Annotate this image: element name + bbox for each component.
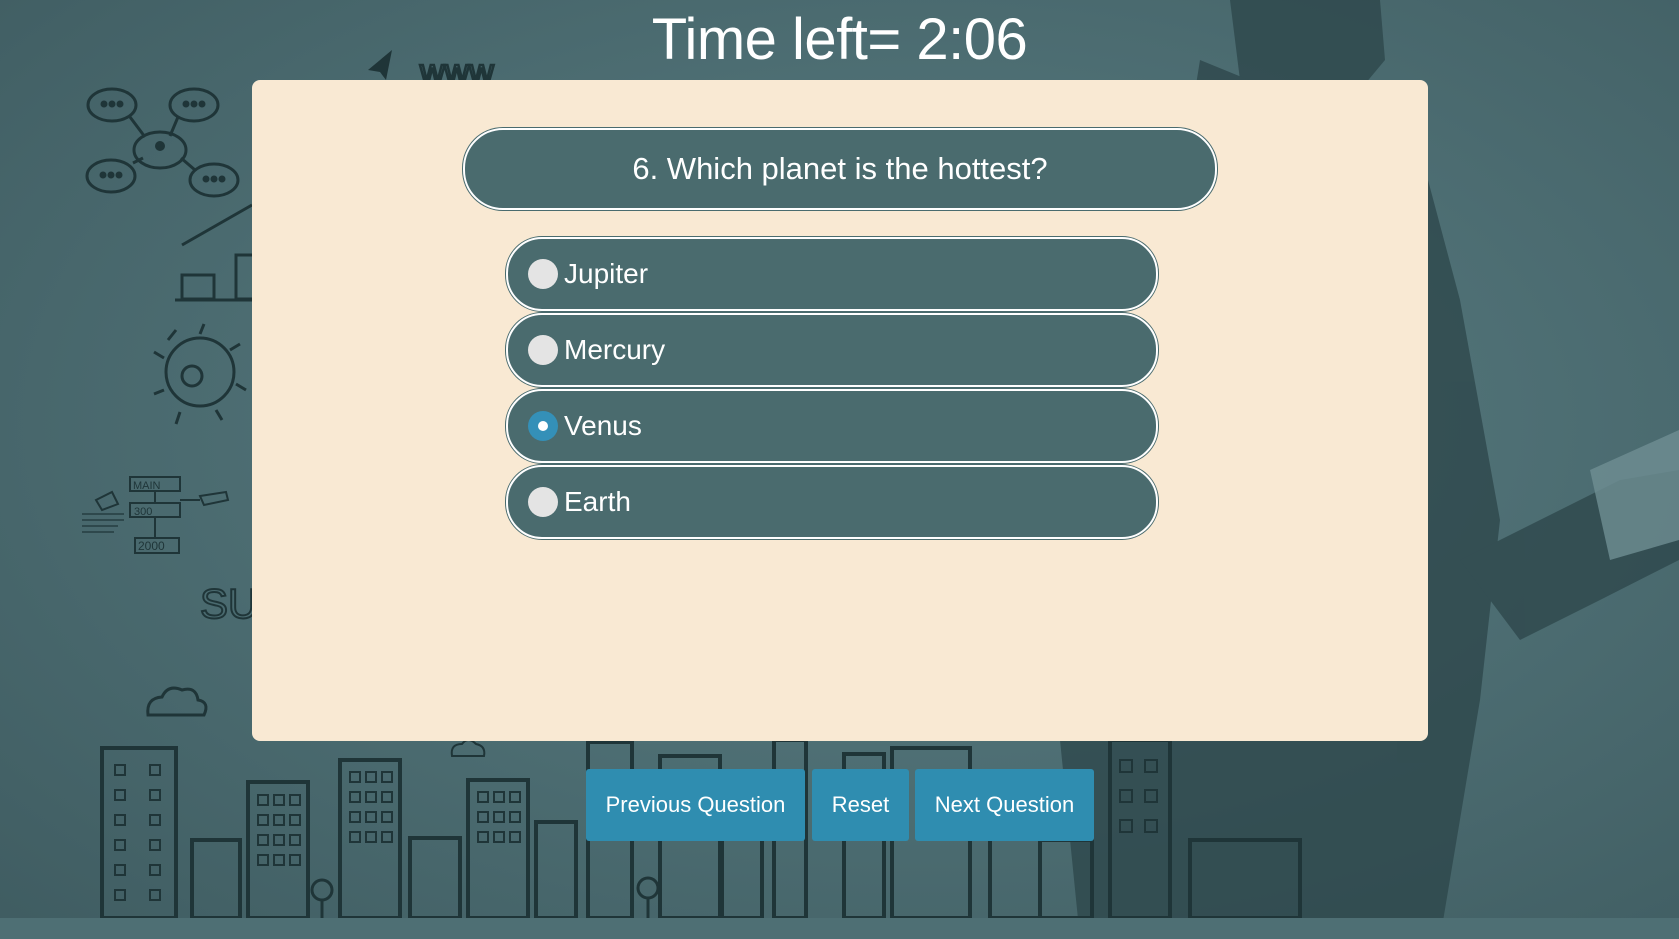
quiz-card: 6. Which planet is the hottest? Jupiter … [252, 80, 1428, 741]
previous-question-button[interactable]: Previous Question [586, 769, 805, 841]
time-left-display: Time left= 2:06 [651, 7, 1028, 72]
radio-button-icon[interactable] [528, 487, 558, 517]
option-earth[interactable]: Earth [506, 465, 1158, 539]
small-cloud-sketch [450, 739, 486, 757]
radio-button-icon[interactable] [528, 335, 558, 365]
option-label: Earth [564, 486, 631, 517]
reset-button[interactable]: Reset [812, 769, 909, 841]
main-label-sketch: MAIN [133, 480, 161, 492]
option-label: Mercury [564, 334, 666, 365]
option-label: Venus [564, 410, 642, 441]
gear-sketch [153, 323, 247, 425]
cloud-sketch [146, 686, 208, 717]
quiz-page: www MAIN 300 2000 SUC Time left= 2:06 6.… [0, 0, 1679, 939]
next-question-button[interactable]: Next Question [915, 769, 1094, 841]
2000-label-sketch: 2000 [138, 539, 165, 553]
option-mercury[interactable]: Mercury [506, 313, 1158, 387]
lamp-post-sketch [310, 876, 660, 918]
option-venus[interactable]: Venus [506, 389, 1158, 463]
people-network-dots [99, 100, 226, 183]
option-label: Jupiter [564, 258, 649, 289]
option-jupiter[interactable]: Jupiter [506, 237, 1158, 311]
300-label-sketch: 300 [134, 506, 152, 518]
ground-strip [0, 918, 1679, 939]
radio-button-selected-icon[interactable] [528, 411, 558, 441]
question-text: 6. Which planet is the hottest? [463, 128, 1217, 210]
scribble-sketch [82, 513, 124, 533]
radio-button-icon[interactable] [528, 259, 558, 289]
